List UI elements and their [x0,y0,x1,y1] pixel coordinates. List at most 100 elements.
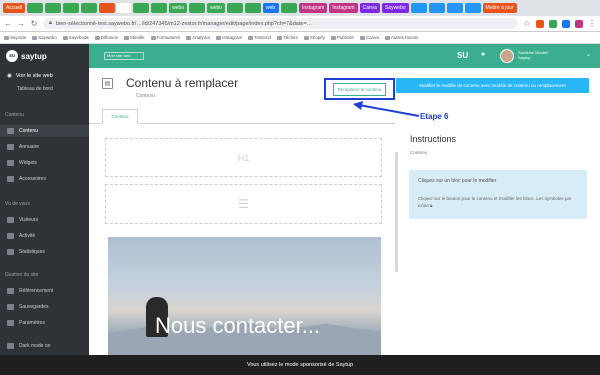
bookmark-item[interactable]: Instagram [216,35,242,40]
sidebar-item-contenu[interactable]: Contenu [0,125,89,137]
lock-icon: 🔒︎ [49,20,52,26]
modify-template-button[interactable]: Modifier le modèle de contenu avec modèl… [396,78,589,93]
instructions-subtitle: Contenu [410,150,428,155]
forward-icon[interactable]: → [17,19,25,28]
main-content: ▤ Contenu à remplacer Contenu Remplacer … [89,68,600,355]
browser-tab[interactable]: Instagram [299,3,328,13]
seo-icon [7,288,14,294]
browser-tab[interactable] [151,3,168,13]
sidebar-item-sauvegardes[interactable]: Sauvegardes [0,301,89,313]
extension-icon[interactable] [575,19,583,28]
browser-tab[interactable] [281,3,298,13]
bookmark-item[interactable]: Autres favoris [385,35,419,40]
bookmark-item[interactable]: Sayvote [4,35,26,40]
sidebar-dark-mode[interactable]: Dark mode on [0,340,89,352]
browser-tab[interactable]: webo [169,3,188,13]
bookmark-item[interactable]: Canva [360,35,379,40]
brand-area[interactable]: su saytup [0,44,89,68]
bookmark-item[interactable]: Publicité [331,35,354,40]
tools-icon [7,176,14,182]
instructions-title: Instructions [410,134,457,144]
browser-tab[interactable] [227,3,244,13]
extension-icon[interactable] [562,19,570,28]
file-icon [7,128,14,134]
avatar[interactable] [500,49,514,63]
sidebar-view-site-label: Voir le site web [15,73,53,79]
browser-address-bar: ← → ↻ 🔒︎ bien-sélectionné-test.saywebo.f… [0,16,600,32]
browser-tab[interactable]: Mettre à jour [482,3,517,13]
bookmark-item[interactable]: Diffusion [95,35,118,40]
page-subtitle[interactable]: Contenu [136,93,155,99]
browser-tab[interactable] [245,3,262,13]
extension-icon[interactable] [549,19,557,28]
replace-content-button[interactable]: Remplacer le contenu [332,82,387,96]
bookmark-item[interactable]: Mireille [124,35,144,40]
info-text: Cliquez sur le bouton pour le contenu et… [418,196,572,208]
bookmark-item[interactable]: Saywebo [32,35,57,40]
bookmark-item[interactable]: TestGrid [248,35,271,40]
bookmark-item[interactable]: Sayebook [63,35,89,40]
notification-icon[interactable]: ● [481,51,489,59]
lock-icon: 🔒︎ [430,203,433,208]
bookmark-item[interactable]: Analytics [186,35,210,40]
bookmark-item[interactable]: Formulaires [151,35,181,40]
chevron-down-icon[interactable]: ⌄ [586,51,591,58]
browser-tab[interactable] [446,3,463,13]
bookmark-item[interactable]: Tâches [277,35,298,40]
image-caption: Nous contacter... [155,313,321,338]
page-icon: ▤ [102,78,113,89]
sidebar-item-statistiques[interactable]: Statistiques [0,246,89,258]
save-icon [7,304,14,310]
heading-block[interactable]: H1 [105,138,382,177]
su-badge: SU [457,51,469,60]
bookmark-item[interactable]: Shopify [304,35,325,40]
book-icon [7,144,14,150]
sidebar-item-activite[interactable]: Activité [0,230,89,242]
tab-contenu[interactable]: Contenu [102,109,138,124]
browser-tab[interactable] [81,3,98,13]
sidebar-item-visiteurs[interactable]: Visiteurs [0,214,89,226]
browser-tab[interactable]: Instagram [329,3,358,13]
browser-tab[interactable] [45,3,62,13]
scrollbar[interactable] [395,152,398,272]
site-selector[interactable]: Mon site web [104,52,144,60]
browser-tab[interactable] [63,3,80,13]
browser-tab[interactable] [428,3,445,13]
sidebar-item-accessoires[interactable]: Accessoires [0,173,89,185]
reload-icon[interactable]: ↻ [30,19,38,28]
extension-icon[interactable] [536,19,544,28]
sidebar-section-vu: Vu de vous [5,201,30,207]
browser-tab[interactable] [464,3,481,13]
sidebar-item-parametres[interactable]: Paramètres [0,317,89,329]
browser-tab[interactable] [189,3,206,13]
text-block[interactable]: ☰ [105,184,382,224]
replace-content-highlight: Remplacer le contenu [324,78,395,100]
brand-name: saytup [21,51,47,61]
sidebar-item-annuaire[interactable]: Annuaire [0,141,89,153]
info-heading: Cliquez sur un bloc pour le modifier [418,178,497,184]
star-icon[interactable]: ☆ [523,19,531,28]
url-input[interactable]: 🔒︎ bien-sélectionné-test.saywebo.fr/…/id… [43,18,518,29]
browser-tab[interactable]: Saywebo [381,3,409,13]
browser-tab[interactable]: web [263,3,280,13]
browser-tab[interactable] [117,3,132,13]
browser-tab[interactable] [410,3,427,13]
sidebar: ◉ Voir le site web Tableau de bord Conte… [0,68,89,355]
browser-tab[interactable] [99,3,116,13]
menu-icon[interactable]: ⋮ [588,19,596,28]
sidebar-section-gestion: Gestion du site [5,272,39,278]
sidebar-item-referencement[interactable]: Référencement [0,285,89,297]
user-info[interactable]: Sandrine Monteil Saytup [518,50,548,60]
browser-tab[interactable]: Canva [359,3,380,13]
block-h1-label: H1 [237,152,250,163]
back-icon[interactable]: ← [4,19,12,28]
browser-tab[interactable] [27,3,44,13]
sidebar-view-site[interactable]: ◉ Voir le site web [7,73,53,79]
sidebar-dashboard[interactable]: Tableau de bord [7,86,53,92]
browser-tab[interactable] [133,3,150,13]
image-block[interactable]: Nous contacter... [108,237,381,355]
globe-icon: ◉ [7,73,12,79]
sidebar-item-widgets[interactable]: Widgets [0,157,89,169]
browser-tab[interactable]: Accueil [3,3,26,13]
browser-tab[interactable]: webo [207,3,226,13]
